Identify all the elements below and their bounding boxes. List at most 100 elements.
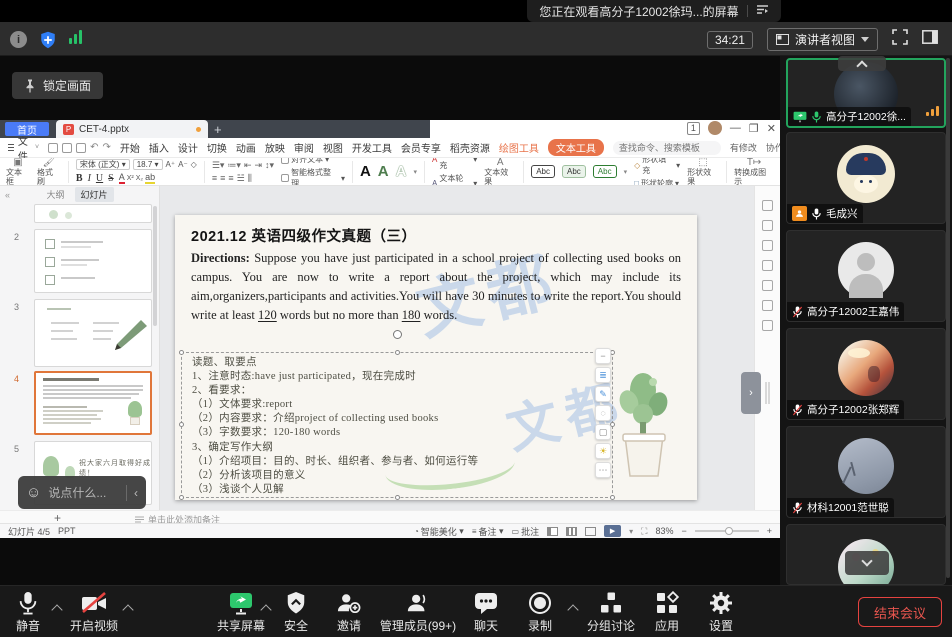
security-button[interactable]: 安全: [272, 591, 320, 634]
normal-view-icon[interactable]: [547, 527, 558, 536]
doc-count-badge[interactable]: 1: [687, 122, 700, 135]
shape-style-1[interactable]: Abc: [531, 165, 555, 178]
selection-handle[interactable]: [395, 495, 400, 500]
menu-devtools[interactable]: 开发工具: [352, 140, 392, 155]
text-outline-button[interactable]: 文本轮廓: [439, 173, 471, 187]
wps-notes-bar[interactable]: + 单击此处添加备注: [0, 510, 780, 523]
zoom-slider[interactable]: [695, 530, 759, 532]
banner-menu-icon[interactable]: [756, 4, 769, 18]
font-size-select[interactable]: 18.7 ▾: [133, 159, 163, 170]
beautify-button[interactable]: ◔智能美化 ▾: [414, 525, 464, 538]
zoom-in-button[interactable]: +: [767, 526, 772, 536]
menu-docer[interactable]: 稻壳资源: [450, 140, 490, 155]
breakout-rooms-button[interactable]: 分组讨论: [578, 591, 644, 634]
participant-tile[interactable]: 高分子12002王嘉伟: [786, 230, 946, 322]
redo-icon[interactable]: ↷: [102, 142, 110, 153]
italic-button[interactable]: I: [88, 173, 91, 184]
apps-button[interactable]: 应用: [644, 591, 690, 634]
selection-handle[interactable]: [179, 495, 184, 500]
highlight-button[interactable]: ab: [145, 172, 155, 184]
align-center-icon[interactable]: ≡: [220, 173, 225, 183]
close-icon[interactable]: ✕: [767, 122, 776, 135]
menu-view[interactable]: 视图: [323, 140, 343, 155]
indent-inc-icon[interactable]: ⇥: [255, 160, 263, 171]
grow-font-icon[interactable]: A⁺: [166, 160, 176, 169]
tab-draw-tools[interactable]: 绘图工具: [499, 140, 539, 155]
print-icon[interactable]: [62, 143, 72, 153]
convert-diagram-button[interactable]: T↦转换成图示: [734, 158, 774, 186]
side-tool-icon[interactable]: [762, 300, 773, 311]
menu-transition[interactable]: 切换: [207, 140, 227, 155]
selection-handle[interactable]: [395, 350, 400, 355]
numbering-icon[interactable]: ≔▾: [227, 160, 241, 171]
align-left-icon[interactable]: ≡: [212, 173, 217, 183]
side-tool-icon[interactable]: [762, 280, 773, 291]
shape-fill-button[interactable]: 形状填充: [642, 158, 674, 176]
slides-tab[interactable]: 幻灯片: [75, 187, 114, 202]
wps-search-input[interactable]: [613, 141, 721, 155]
view-mode-dropdown[interactable]: 演讲者视图: [767, 28, 878, 51]
columns-icon[interactable]: ⫼: [248, 173, 252, 184]
clear-format-icon[interactable]: ◇: [191, 160, 197, 169]
align-right-icon[interactable]: ≡: [228, 173, 233, 183]
invite-button[interactable]: 邀请: [322, 591, 376, 634]
layers-icon[interactable]: ≣: [595, 367, 611, 383]
line-spacing-icon[interactable]: ↕▾: [265, 160, 274, 171]
notes-textbox[interactable]: 读题、取要点 1、注意时态:have just participated，现在完…: [181, 352, 613, 498]
selection-handle[interactable]: [179, 422, 184, 427]
superscript-button[interactable]: X²: [127, 175, 134, 182]
settings-button[interactable]: 设置: [696, 591, 746, 634]
side-tool-icon[interactable]: [762, 240, 773, 251]
play-slideshow-button[interactable]: ▶: [604, 525, 621, 537]
shape-style-2[interactable]: Abc: [562, 165, 586, 178]
scroll-down-button[interactable]: [845, 551, 889, 575]
start-video-button[interactable]: 开启视频: [64, 591, 124, 634]
reading-view-icon[interactable]: [585, 527, 596, 536]
minimize-icon[interactable]: —: [730, 122, 741, 134]
collapse-panel-icon[interactable]: «: [5, 190, 10, 200]
slide-thumbnail-3[interactable]: [34, 299, 152, 367]
zoom-out-button[interactable]: −: [681, 526, 686, 536]
text-style-outline[interactable]: A: [396, 163, 407, 180]
mute-button[interactable]: 静音: [6, 591, 50, 634]
participant-tile[interactable]: 材科12001范世聪: [786, 426, 946, 518]
align-text-button[interactable]: 对齐文本: [291, 158, 323, 165]
text-style-green[interactable]: A: [378, 163, 389, 180]
outline-tab[interactable]: 大纲: [46, 188, 64, 201]
thumb-scrollbar[interactable]: [153, 206, 157, 326]
comments-button[interactable]: ▭批注: [512, 525, 540, 538]
end-meeting-button[interactable]: 结束会议: [858, 597, 942, 627]
lock-view-button[interactable]: 锁定画面: [12, 72, 103, 99]
menu-start[interactable]: 开始: [120, 140, 140, 155]
font-color-button[interactable]: A: [119, 172, 125, 184]
frame-icon[interactable]: ▢: [595, 424, 611, 440]
manage-members-button[interactable]: 管理成员(99+): [372, 591, 464, 634]
sidebar-toggle-icon[interactable]: [922, 30, 938, 49]
bullets-icon[interactable]: ☰▾: [212, 160, 225, 171]
notes-button[interactable]: ≡备注 ▾: [472, 525, 504, 538]
wps-document-tab[interactable]: P CET-4.pptx: [56, 120, 208, 138]
strike-button[interactable]: S: [108, 173, 114, 184]
menu-insert[interactable]: 插入: [149, 140, 169, 155]
shield-plus-icon[interactable]: [39, 31, 57, 49]
undo-icon[interactable]: ↶: [90, 142, 98, 153]
textbox-button[interactable]: ▣文本框: [6, 158, 30, 186]
record-button[interactable]: 录制: [516, 591, 564, 634]
side-tool-icon[interactable]: [762, 200, 773, 211]
subscript-button[interactable]: X₂: [136, 175, 143, 182]
slide-thumbnail-4-selected[interactable]: [34, 371, 152, 435]
emoji-icon[interactable]: ☺: [26, 484, 41, 501]
comment-icon[interactable]: ◌: [595, 405, 611, 421]
rotate-handle[interactable]: [393, 330, 402, 339]
fullscreen-icon[interactable]: [892, 29, 908, 50]
collab-button[interactable]: 协作: [766, 141, 780, 154]
pen-icon[interactable]: ✎: [595, 386, 611, 402]
font-name-select[interactable]: 宋体 (正文) ▾: [76, 159, 130, 170]
side-tool-icon[interactable]: [762, 220, 773, 231]
fit-icon[interactable]: ⛶: [641, 526, 647, 537]
shape-effect-button[interactable]: ⬚形状效果: [687, 158, 719, 186]
format-painter-button[interactable]: 🖌格式刷: [37, 158, 61, 186]
output-icon[interactable]: [76, 143, 86, 153]
new-tab-button[interactable]: +: [214, 122, 222, 137]
wps-account-avatar[interactable]: [708, 121, 722, 135]
